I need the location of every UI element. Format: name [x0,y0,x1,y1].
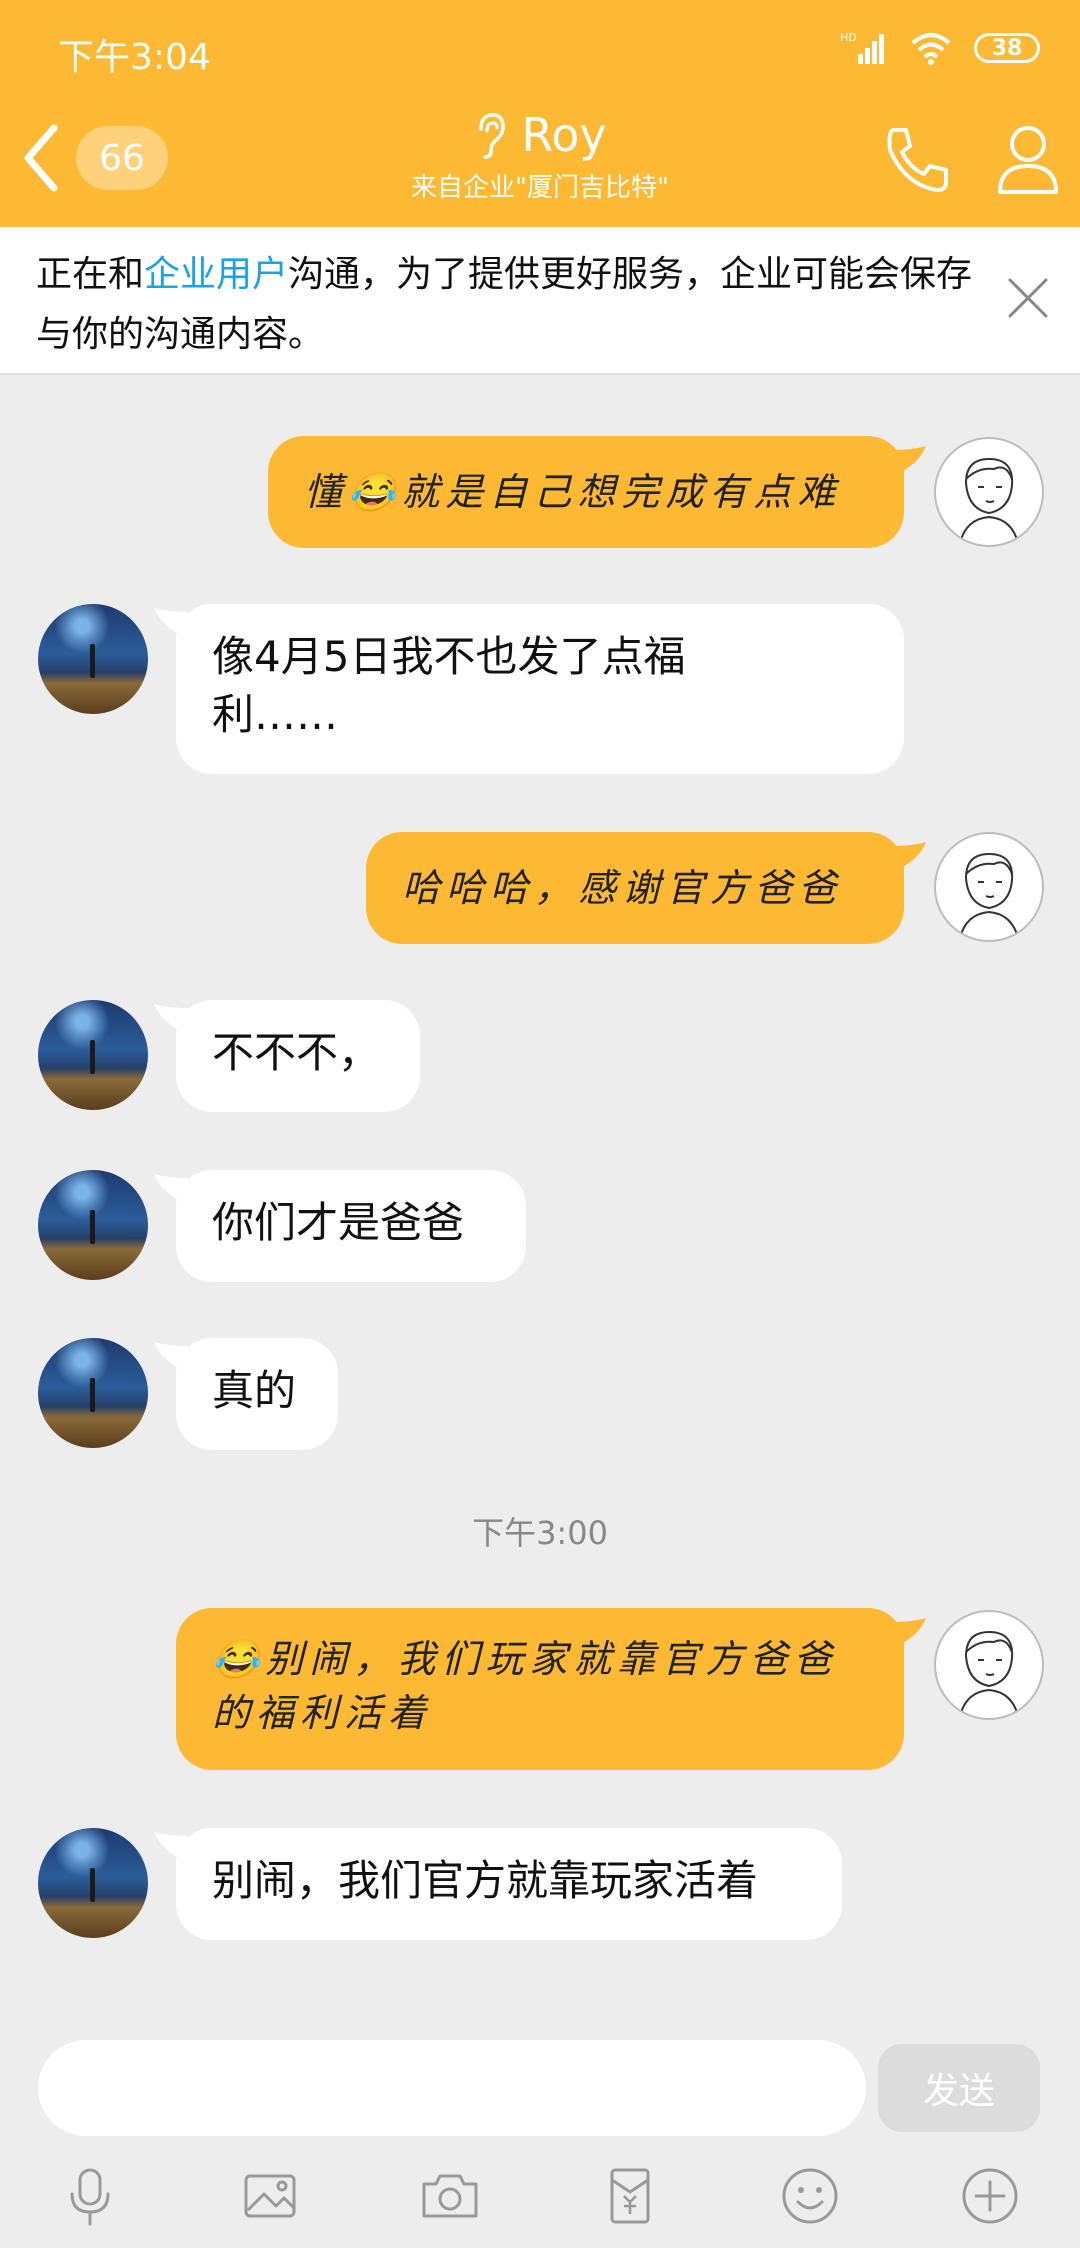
my-avatar[interactable] [934,832,1044,942]
signal-icon: HD [840,31,884,64]
message-bubble-incoming[interactable]: 像4月5日我不也发了点福利…… [176,604,904,774]
svg-text:HD: HD [840,31,857,44]
notice-text: 正在和企业用户沟通，为了提供更好服务，企业可能会保存与你的沟通内容。 [36,254,973,355]
nav-bar: 66 Roy 来自企业"厦门吉比特" [0,100,1080,227]
message-bubble-incoming[interactable]: 别闹，我们官方就靠玩家活着 [176,1828,842,1940]
message-bubble-incoming[interactable]: 真的 [176,1338,338,1450]
ear-icon [479,113,506,159]
status-icons: HD 38 [840,26,1040,70]
my-avatar[interactable] [934,1610,1044,1720]
contact-avatar[interactable] [38,1338,148,1448]
contact-avatar[interactable] [38,604,148,714]
image-icon[interactable] [238,2164,302,2228]
message-bubble-incoming[interactable]: 你们才是爸爸 [176,1170,526,1282]
header: 下午3:04 HD 38 66 Roy 来自企业"厦门吉比特" [0,0,1080,227]
phone-call-button[interactable] [880,122,954,196]
send-button[interactable]: 发送 [878,2044,1040,2132]
emoji-icon[interactable] [778,2164,842,2228]
status-time: 下午3:04 [58,37,211,78]
contact-company: 来自企业"厦门吉比特" [411,173,669,203]
wifi-icon [911,33,951,65]
contact-avatar[interactable] [38,1828,148,1938]
sketch-face-icon [959,852,1019,939]
bubble-tail [892,446,926,476]
bubble-tail [892,1618,926,1648]
status-bar: 下午3:04 HD 38 [0,0,1080,100]
back-button[interactable] [12,118,72,198]
contact-profile-button[interactable] [994,120,1062,196]
chat-timestamp: 下午3:00 [472,1514,608,1552]
message-bubble-outgoing[interactable]: 哈哈哈，感谢官方爸爸 [366,832,904,944]
plus-icon[interactable] [958,2164,1022,2228]
unread-count-badge[interactable]: 66 [76,126,168,190]
my-avatar[interactable] [934,437,1044,547]
bubble-tail [892,842,926,872]
message-bubble-outgoing[interactable]: 懂😂就是自己想完成有点难 [268,436,904,548]
message-input[interactable] [38,2040,866,2136]
battery-indicator: 38 [974,33,1040,63]
contact-name: Roy [521,108,607,162]
enterprise-user-link[interactable]: 企业用户 [144,254,288,295]
sketch-face-icon [959,457,1019,544]
camera-icon[interactable] [418,2164,482,2228]
enterprise-notice-banner: 正在和企业用户沟通，为了提供更好服务，企业可能会保存与你的沟通内容。 [0,227,1080,375]
input-toolbar [0,2150,1080,2248]
red-packet-icon[interactable] [598,2164,662,2228]
chat-title: Roy [473,108,607,162]
contact-avatar[interactable] [38,1000,148,1110]
close-icon[interactable] [1004,274,1052,322]
message-bubble-incoming[interactable]: 不不不， [176,1000,420,1112]
microphone-icon[interactable] [58,2164,122,2228]
sketch-face-icon [959,1630,1019,1717]
message-bubble-outgoing[interactable]: 😂别闹，我们玩家就靠官方爸爸的福利活着 [176,1608,904,1770]
contact-avatar[interactable] [38,1170,148,1280]
chat-title-block: Roy 来自企业"厦门吉比特" [300,108,780,204]
